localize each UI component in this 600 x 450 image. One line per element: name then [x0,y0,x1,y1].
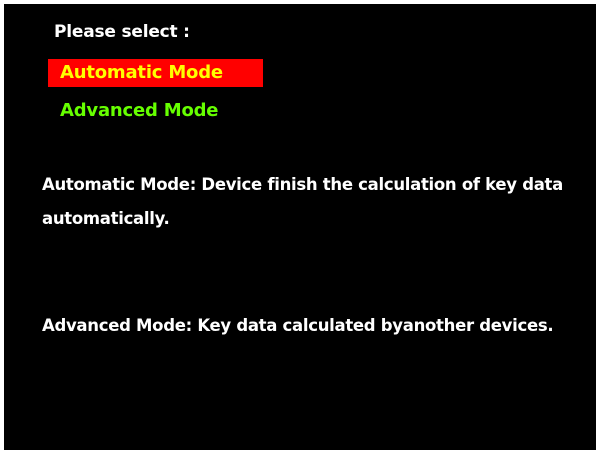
automatic-mode-description: Automatic Mode: Device finish the calcul… [42,175,563,228]
device-screen: Please select : Automatic Mode Advanced … [4,4,596,450]
select-prompt: Please select : [54,22,190,42]
automatic-mode-option[interactable]: Automatic Mode [48,59,263,87]
advanced-mode-option[interactable]: Advanced Mode [48,97,224,125]
advanced-mode-description: Advanced Mode: Key data calculated byano… [42,316,554,335]
